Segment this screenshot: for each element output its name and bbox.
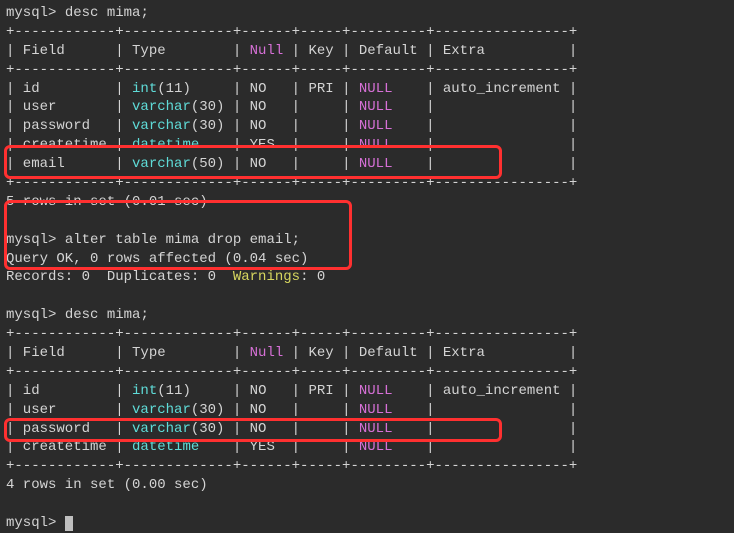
cursor-icon (65, 516, 73, 531)
prompt-prefix: mysql> (6, 5, 56, 21)
table-border: +------------+-------------+------+-----… (6, 457, 728, 476)
table-border: +------------+-------------+------+-----… (6, 23, 728, 42)
table-row: | password | varchar(30) | NO | | NULL |… (6, 420, 728, 439)
sql-command: desc mima; (65, 307, 149, 323)
null-value: NULL (359, 439, 393, 455)
table-row: | id | int(11) | NO | PRI | NULL | auto_… (6, 80, 728, 99)
type-keyword: datetime (132, 137, 199, 153)
warnings-label: Warnings (233, 269, 300, 285)
records-line: Records: 0 Duplicates: 0 Warnings: 0 (6, 268, 728, 287)
null-value: NULL (359, 402, 393, 418)
prompt-line: mysql> alter table mima drop email; (6, 231, 728, 250)
rows-summary: 4 rows in set (0.00 sec) (6, 476, 728, 495)
sql-command: alter table mima drop email; (65, 232, 300, 248)
type-keyword: datetime (132, 439, 199, 455)
table-border: +------------+-------------+------+-----… (6, 325, 728, 344)
type-keyword: int (132, 81, 157, 97)
table-border: +------------+-------------+------+-----… (6, 363, 728, 382)
prompt-line: mysql> desc mima; (6, 4, 728, 23)
null-value: NULL (359, 383, 393, 399)
type-keyword: int (132, 383, 157, 399)
null-value: NULL (359, 99, 393, 115)
blank-line (6, 495, 728, 514)
table-header: | Field | Type | Null | Key | Default | … (6, 42, 728, 61)
prompt-prefix: mysql> (6, 515, 56, 531)
query-ok: Query OK, 0 rows affected (0.04 sec) (6, 250, 728, 269)
null-value: NULL (359, 118, 393, 134)
type-keyword: varchar (132, 421, 191, 437)
table-row: | email | varchar(50) | NO | | NULL | | (6, 155, 728, 174)
null-header: Null (250, 43, 284, 59)
table-row: | createtime | datetime | YES | | NULL |… (6, 136, 728, 155)
sql-command: desc mima; (65, 5, 149, 21)
prompt-prefix: mysql> (6, 232, 56, 248)
table-row: | password | varchar(30) | NO | | NULL |… (6, 117, 728, 136)
null-value: NULL (359, 81, 393, 97)
type-keyword: varchar (132, 118, 191, 134)
blank-line (6, 212, 728, 231)
prompt-prefix: mysql> (6, 307, 56, 323)
table-header: | Field | Type | Null | Key | Default | … (6, 344, 728, 363)
null-value: NULL (359, 156, 393, 172)
prompt-line: mysql> desc mima; (6, 306, 728, 325)
table-border: +------------+-------------+------+-----… (6, 174, 728, 193)
table-row: | user | varchar(30) | NO | | NULL | | (6, 98, 728, 117)
blank-line (6, 287, 728, 306)
prompt-line[interactable]: mysql> (6, 514, 728, 533)
table-row: | id | int(11) | NO | PRI | NULL | auto_… (6, 382, 728, 401)
rows-summary: 5 rows in set (0.01 sec) (6, 193, 728, 212)
type-keyword: varchar (132, 156, 191, 172)
table-row: | createtime | datetime | YES | | NULL |… (6, 438, 728, 457)
type-keyword: varchar (132, 99, 191, 115)
null-value: NULL (359, 137, 393, 153)
null-header: Null (250, 345, 284, 361)
table-border: +------------+-------------+------+-----… (6, 61, 728, 80)
null-value: NULL (359, 421, 393, 437)
table-row: | user | varchar(30) | NO | | NULL | | (6, 401, 728, 420)
type-keyword: varchar (132, 402, 191, 418)
